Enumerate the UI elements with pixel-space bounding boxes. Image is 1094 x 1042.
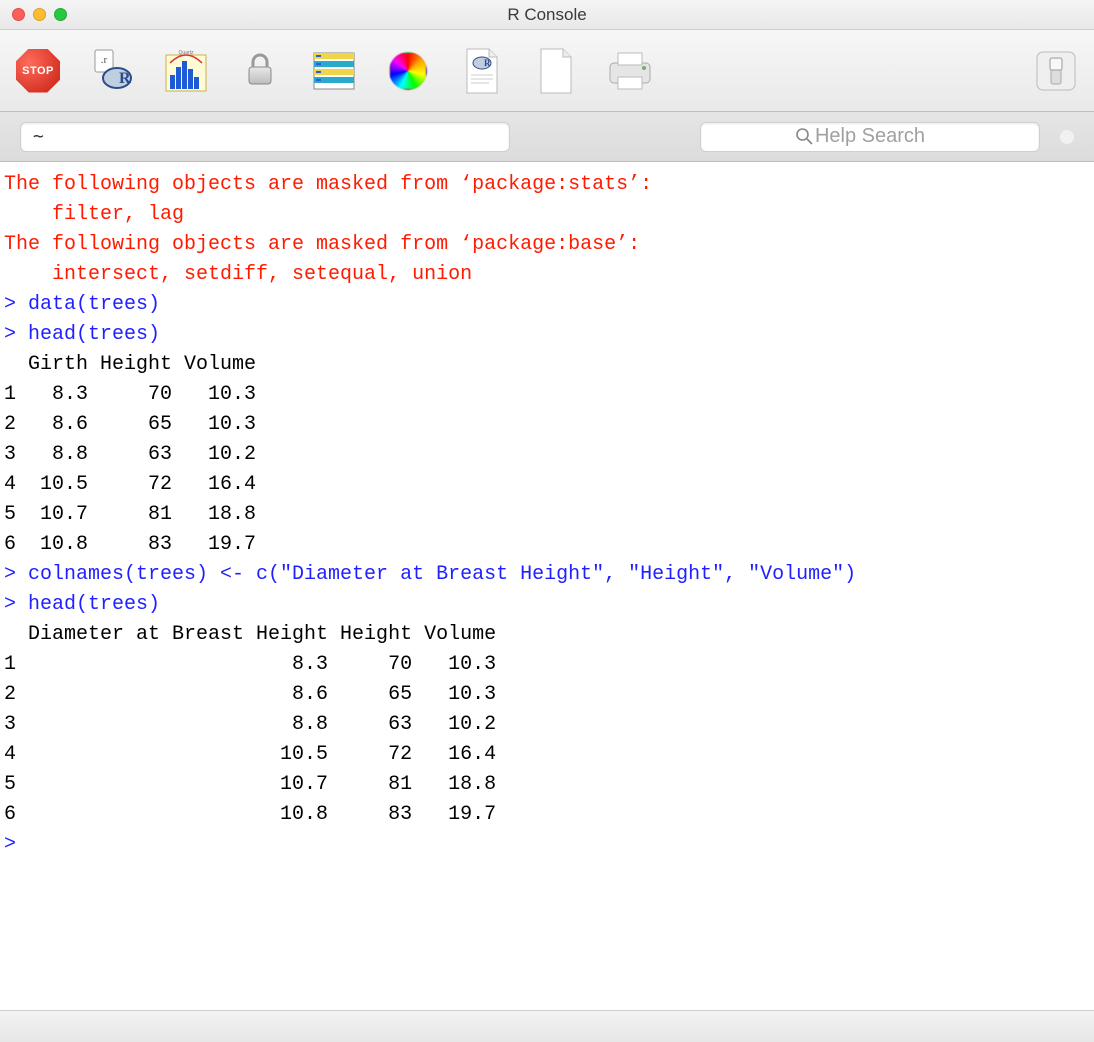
console-line: The following objects are masked from ‘p…: [4, 170, 1090, 200]
list-icon: [312, 49, 356, 93]
working-directory-input[interactable]: [20, 122, 510, 152]
data-manager-button[interactable]: [310, 47, 358, 95]
svg-text:R: R: [484, 58, 491, 68]
footer-bar: [0, 1010, 1094, 1042]
console-line: 4 10.5 72 16.4: [4, 470, 1090, 500]
console-line: 6 10.8 83 19.7: [4, 530, 1090, 560]
console-line: > head(trees): [4, 590, 1090, 620]
console-line: > colnames(trees) <- c("Diameter at Brea…: [4, 560, 1090, 590]
help-search-wrap: [700, 122, 1040, 152]
console-line: > data(trees): [4, 290, 1090, 320]
switch-icon: [1035, 50, 1077, 92]
path-search-bar: [0, 112, 1094, 162]
minimize-window-button[interactable]: [33, 8, 46, 21]
colors-button[interactable]: [384, 47, 432, 95]
source-script-button[interactable]: .r R: [88, 47, 136, 95]
help-search-input[interactable]: [700, 122, 1040, 152]
lock-button[interactable]: [236, 47, 284, 95]
console-line: 3 8.8 63 10.2: [4, 440, 1090, 470]
color-wheel-icon: [389, 52, 427, 90]
console-line: 1 8.3 70 10.3: [4, 380, 1090, 410]
blank-document-icon: [537, 47, 575, 95]
console-line: 4 10.5 72 16.4: [4, 740, 1090, 770]
r-document-icon: R: [463, 47, 501, 95]
r-script-icon: .r R: [89, 48, 135, 94]
toolbar: STOP .r R Quartz: [0, 30, 1094, 112]
new-document-button[interactable]: [532, 47, 580, 95]
window-controls: [0, 8, 67, 21]
histogram-icon: Quartz: [164, 49, 208, 93]
console-line: The following objects are masked from ‘p…: [4, 230, 1090, 260]
svg-text:.r: .r: [101, 54, 108, 66]
stop-button[interactable]: STOP: [14, 47, 62, 95]
console-line: Girth Height Volume: [4, 350, 1090, 380]
titlebar: R Console: [0, 0, 1094, 30]
search-icon: [795, 127, 813, 145]
console-line: filter, lag: [4, 200, 1090, 230]
console-line: > head(trees): [4, 320, 1090, 350]
quartz-plot-button[interactable]: Quartz: [162, 47, 210, 95]
console-line: Diameter at Breast Height Height Volume: [4, 620, 1090, 650]
console-line: 3 8.8 63 10.2: [4, 710, 1090, 740]
window-title: R Console: [0, 5, 1094, 25]
open-r-doc-button[interactable]: R: [458, 47, 506, 95]
console-output[interactable]: The following objects are masked from ‘p…: [0, 162, 1094, 1010]
console-line: >: [4, 830, 1090, 860]
console-line: 5 10.7 81 18.8: [4, 770, 1090, 800]
svg-text:R: R: [119, 70, 131, 87]
lock-icon: [241, 50, 279, 91]
print-button[interactable]: [606, 47, 654, 95]
console-line: 2 8.6 65 10.3: [4, 680, 1090, 710]
console-line: 6 10.8 83 19.7: [4, 800, 1090, 830]
console-line: 1 8.3 70 10.3: [4, 650, 1090, 680]
console-line: 5 10.7 81 18.8: [4, 500, 1090, 530]
status-indicator: [1060, 130, 1074, 144]
toggle-button[interactable]: [1032, 47, 1080, 95]
zoom-window-button[interactable]: [54, 8, 67, 21]
close-window-button[interactable]: [12, 8, 25, 21]
stop-icon: STOP: [16, 49, 60, 93]
console-line: 2 8.6 65 10.3: [4, 410, 1090, 440]
console-line: intersect, setdiff, setequal, union: [4, 260, 1090, 290]
printer-icon: [606, 51, 654, 91]
